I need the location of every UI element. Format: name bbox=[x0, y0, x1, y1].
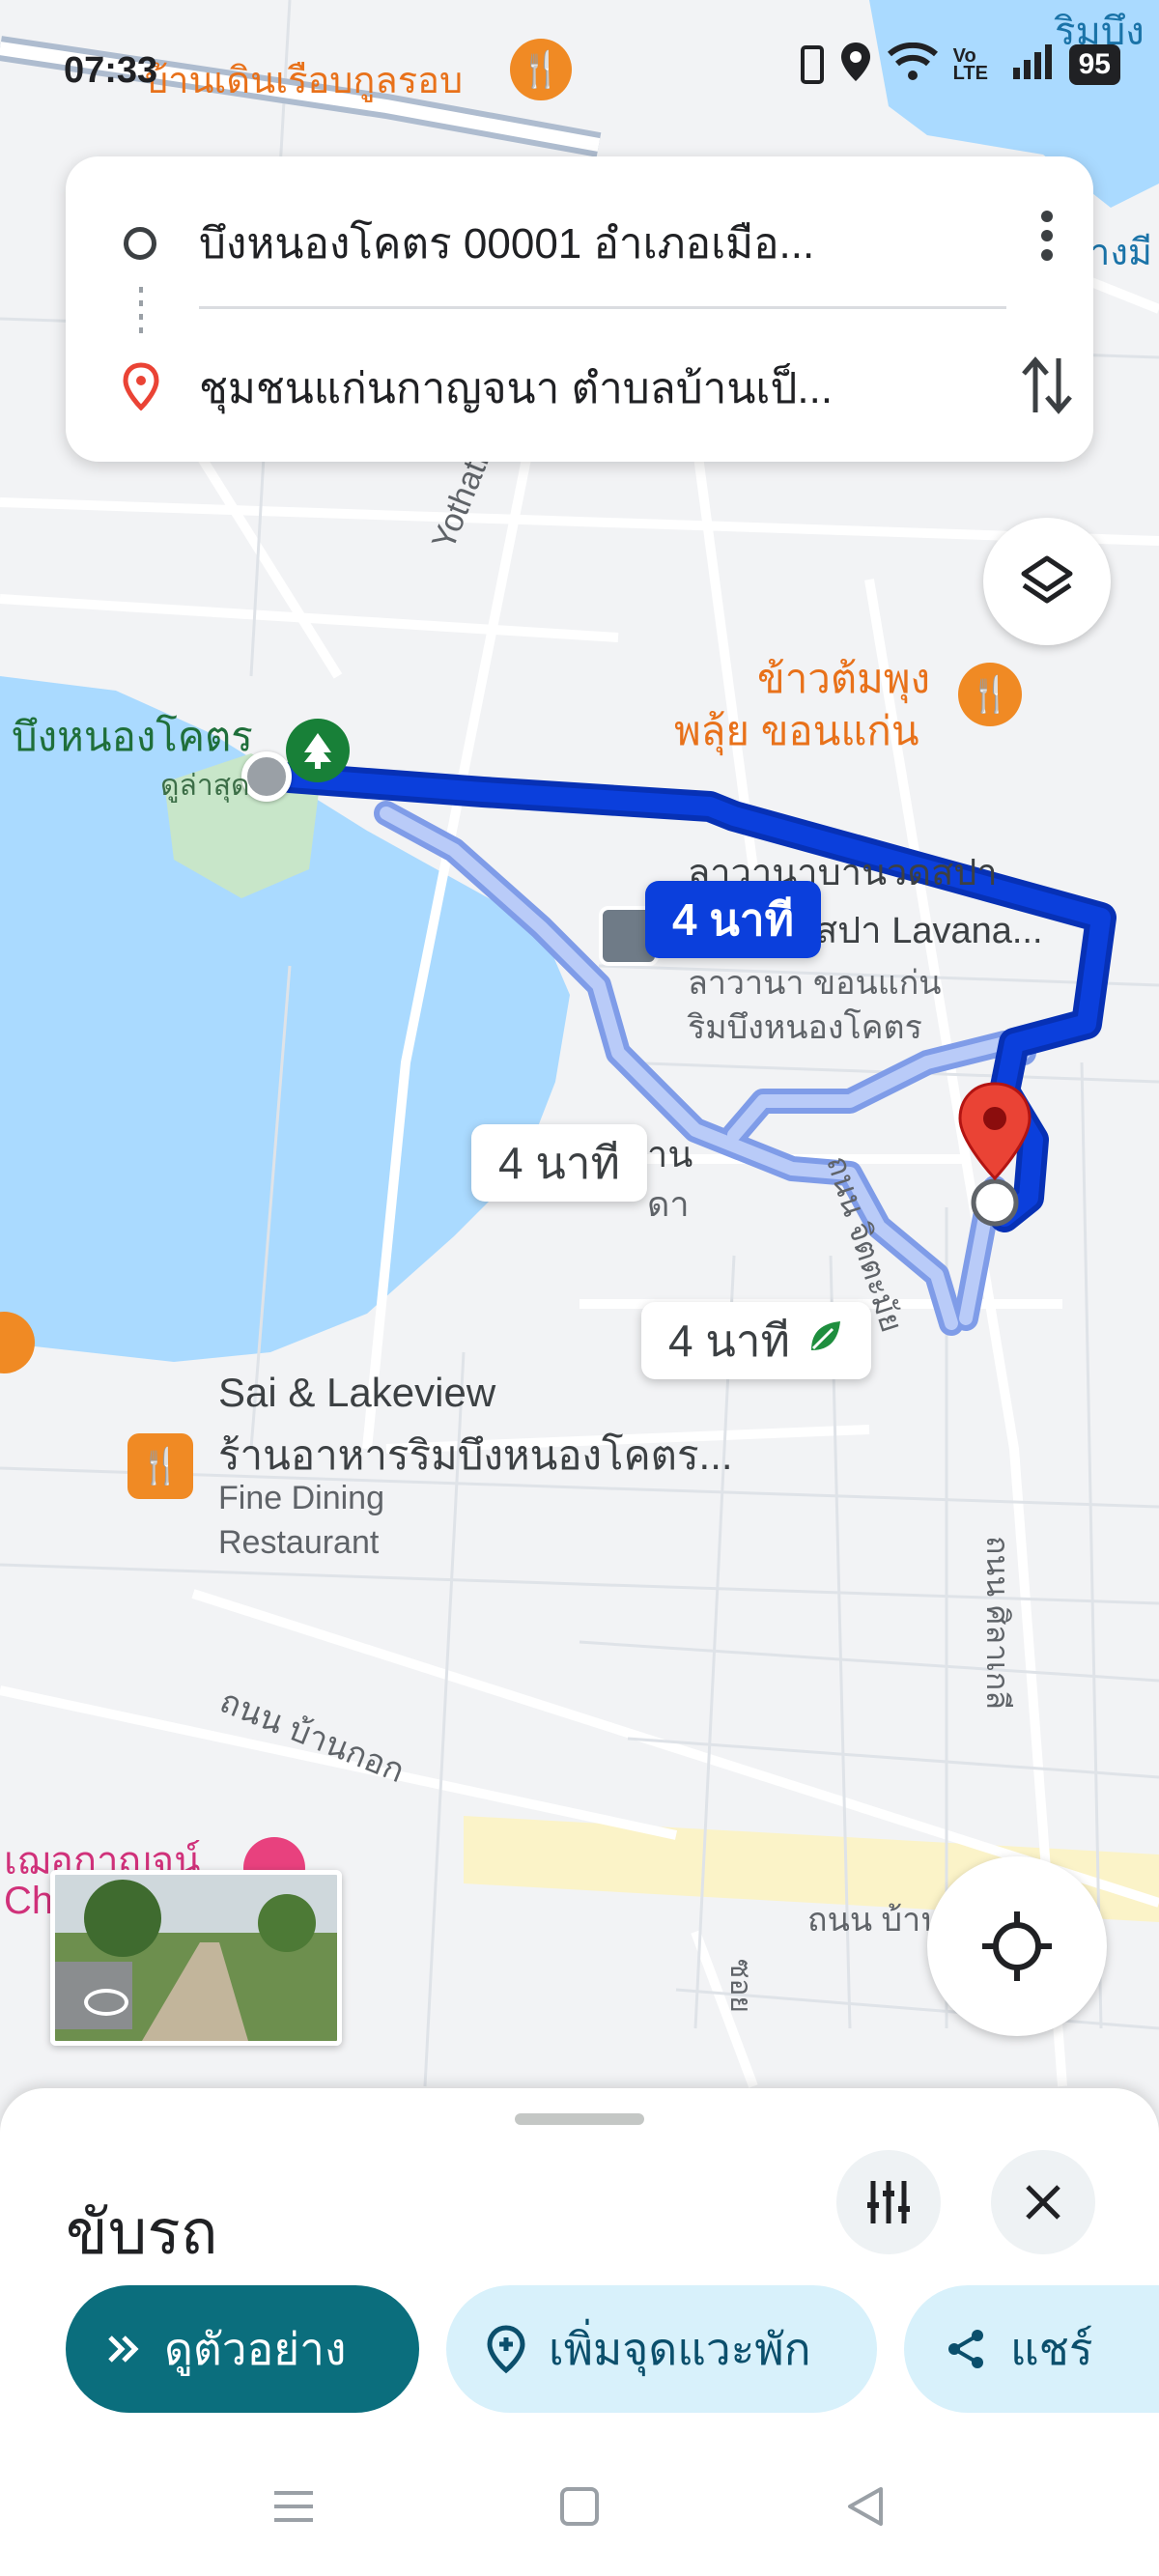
share-button[interactable]: แชร์ bbox=[904, 2285, 1159, 2413]
share-icon bbox=[948, 2330, 983, 2368]
route-time-eco[interactable]: 4 นาที bbox=[641, 1302, 871, 1379]
restaurant-icon[interactable]: 🍴 bbox=[958, 663, 1022, 726]
map-label-sai-3: Fine Dining bbox=[218, 1480, 384, 1516]
street-view-image bbox=[55, 1875, 337, 2041]
route-time-alt[interactable]: 4 นาที bbox=[471, 1124, 647, 1202]
map-label-road-sinlakhao: ถนน ศิลาเกลี bbox=[980, 1536, 1015, 1710]
map-label-soi: ซอย bbox=[724, 1959, 756, 2013]
directions-search-card: บึงหนองโคตร 00001 อำเภอเมือ... ชุมชนแก่น… bbox=[66, 156, 1093, 462]
map-label-lake-sub: ดูล่าสุด bbox=[160, 770, 250, 802]
travel-mode-title: ขับรถ bbox=[66, 2197, 218, 2267]
eco-leaf-icon bbox=[806, 1315, 844, 1367]
nav-recents-button[interactable] bbox=[255, 2468, 332, 2545]
route-time-eco-label: 4 นาที bbox=[668, 1315, 790, 1366]
location-icon bbox=[839, 41, 872, 88]
share-label: แชร์ bbox=[1010, 2323, 1093, 2374]
restaurant-icon[interactable]: 🍴 bbox=[127, 1433, 193, 1499]
park-tree-icon[interactable] bbox=[286, 719, 350, 782]
nav-home-button[interactable] bbox=[541, 2468, 618, 2545]
swap-button[interactable] bbox=[1016, 354, 1078, 416]
origin-field[interactable]: บึงหนองโคตร 00001 อำเภอเมือ... bbox=[199, 210, 991, 277]
home-square-icon bbox=[560, 2487, 599, 2526]
vibrate-icon bbox=[800, 44, 824, 84]
destination-field[interactable]: ชุมชนแก่นกาญจนา ตำบลบ้านเป็... bbox=[199, 354, 991, 422]
system-navigation-bar bbox=[0, 2439, 1159, 2576]
divider bbox=[199, 306, 1006, 309]
wifi-icon bbox=[887, 42, 938, 86]
drag-handle[interactable] bbox=[515, 2113, 644, 2125]
preview-button[interactable]: ดูตัวอย่าง bbox=[66, 2285, 419, 2413]
map-label-spa-4: ริมบึงหนองโคตร bbox=[688, 1009, 922, 1046]
add-stop-label: เพิ่มจุดแวะพัก bbox=[549, 2323, 811, 2374]
map-label-sai-4: Restaurant bbox=[218, 1524, 380, 1561]
map-label-partial-2: ดา bbox=[647, 1184, 690, 1224]
route-time-active[interactable]: 4 นาที bbox=[645, 881, 821, 958]
nav-back-button[interactable] bbox=[827, 2468, 904, 2545]
close-button[interactable] bbox=[991, 2150, 1095, 2254]
map-label-pink-place-2: Ch bbox=[4, 1880, 54, 1922]
map-label-lake[interactable]: บึงหนองโคตร bbox=[12, 705, 253, 769]
map-label-partial-1: าน bbox=[647, 1135, 693, 1175]
destination-row[interactable]: ชุมชนแก่นกาญจนา ตำบลบ้านเป็... bbox=[66, 335, 1093, 441]
more-options-button[interactable] bbox=[1016, 205, 1078, 267]
status-time: 07:33 bbox=[64, 50, 158, 91]
preview-label: ดูตัวอย่าง bbox=[164, 2323, 347, 2374]
back-triangle-icon bbox=[848, 2487, 883, 2526]
map-label-sai-2[interactable]: ร้านอาหารริมบึงหนองโคตร... bbox=[218, 1424, 733, 1487]
swap-vertical-icon bbox=[1022, 356, 1072, 414]
destination-pin-icon[interactable] bbox=[956, 1082, 1033, 1236]
add-stop-button[interactable]: เพิ่มจุดแวะพัก bbox=[446, 2285, 877, 2413]
network-type: Vo LTE bbox=[952, 44, 988, 84]
status-bar: 07:33 Vo LTE 95 bbox=[0, 29, 1159, 116]
tune-icon bbox=[867, 2181, 910, 2223]
rotate-360-icon bbox=[84, 1989, 128, 2016]
route-options-button[interactable] bbox=[836, 2150, 941, 2254]
route-dots bbox=[139, 287, 143, 341]
add-location-icon bbox=[487, 2325, 525, 2374]
map-label-sai-1[interactable]: Sai & Lakeview bbox=[218, 1370, 495, 1416]
more-vert-icon bbox=[1041, 211, 1053, 261]
signal-icon bbox=[1011, 42, 1054, 86]
menu-icon bbox=[274, 2491, 313, 2522]
map-label-top-right-2: างมี bbox=[1089, 233, 1152, 273]
layers-icon bbox=[1021, 555, 1073, 604]
close-icon bbox=[1026, 2185, 1060, 2220]
my-location-button[interactable] bbox=[927, 1856, 1107, 2036]
layers-button[interactable] bbox=[983, 518, 1111, 645]
origin-row[interactable]: บึงหนองโคตร 00001 อำเภอเมือ... bbox=[66, 190, 1093, 297]
street-view-thumbnail[interactable] bbox=[50, 1870, 342, 2046]
map-label-khaotom-2[interactable]: พลุ้ย ขอนแก่น bbox=[674, 699, 919, 763]
destination-pin-small-icon bbox=[122, 361, 160, 415]
my-location-icon bbox=[982, 1911, 1052, 1981]
battery-indicator: 95 bbox=[1068, 43, 1120, 85]
status-icons: Vo LTE 95 bbox=[800, 41, 1120, 88]
map-label-road-ban: ถนน บ้าน bbox=[807, 1902, 944, 1939]
double-chevron-icon bbox=[108, 2335, 139, 2363]
origin-circle-icon bbox=[124, 227, 156, 260]
